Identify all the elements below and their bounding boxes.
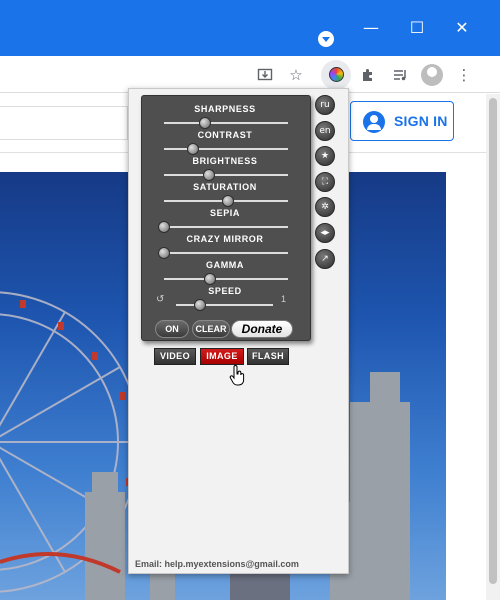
slider-track[interactable]	[164, 174, 288, 176]
slider-track[interactable]	[164, 252, 288, 254]
on-button[interactable]: ON	[155, 320, 189, 338]
support-email: Email: help.myextensions@gmail.com	[135, 559, 299, 569]
fullscreen-button[interactable]: ⛶	[315, 172, 335, 192]
lang-ru-button[interactable]: ru	[315, 95, 335, 115]
settings-button[interactable]: ✲	[315, 197, 335, 217]
color-wheel-extension-icon[interactable]	[329, 67, 344, 82]
slider-label: CRAZY MIRROR	[186, 234, 264, 244]
account-icon	[363, 111, 385, 133]
slider-knob[interactable]	[203, 273, 216, 285]
star-button[interactable]: ★	[315, 146, 335, 166]
mirror-toggle-button[interactable]: ◂▸	[315, 223, 335, 243]
slider-track[interactable]	[164, 122, 288, 124]
slider-track[interactable]	[164, 148, 288, 150]
slider-label: SPEED	[208, 286, 242, 296]
slider-label: CONTRAST	[197, 130, 253, 140]
slider-knob[interactable]	[158, 221, 170, 233]
slider-label: SHARPNESS	[194, 104, 256, 114]
kebab-menu-icon[interactable]: ⋮	[453, 64, 475, 86]
slider-track[interactable]	[176, 304, 273, 306]
close-button[interactable]: ✕	[452, 18, 472, 38]
hand-cursor-icon	[229, 365, 245, 386]
extension-popup: ↺ 1 ON CLEAR Donate SHARPNESS CONTRAST BRI…	[128, 88, 349, 574]
media-queue-icon[interactable]	[389, 64, 411, 86]
maximize-button[interactable]: ☐	[407, 18, 427, 38]
clear-button[interactable]: CLEAR	[192, 320, 230, 338]
slider-knob[interactable]	[202, 169, 215, 181]
profile-avatar-icon[interactable]	[421, 64, 443, 86]
install-app-icon[interactable]	[254, 64, 276, 86]
tab-video[interactable]: VIDEO	[154, 348, 196, 365]
lang-en-button[interactable]: en	[315, 121, 335, 141]
search-input[interactable]	[0, 106, 128, 140]
adjustment-panel: ↺ 1 ON CLEAR Donate SHARPNESS CONTRAST BRI…	[141, 95, 311, 341]
tab-image[interactable]: IMAGE	[200, 348, 244, 365]
slider-knob[interactable]	[198, 117, 211, 129]
slider-knob[interactable]	[158, 247, 170, 259]
scroll-thumb[interactable]	[489, 98, 497, 584]
slider-knob[interactable]	[222, 195, 235, 207]
slider-knob[interactable]	[194, 299, 207, 311]
slider-label: BRIGHTNESS	[192, 156, 258, 166]
page-scrollbar[interactable]	[486, 94, 500, 600]
title-bar: — ☐ ✕	[0, 0, 500, 56]
bookmark-star-icon[interactable]: ☆	[285, 64, 307, 86]
slider-label: GAMMA	[206, 260, 244, 270]
tab-flash[interactable]: FLASH	[247, 348, 289, 365]
slider-label: SEPIA	[209, 208, 240, 218]
external-link-button[interactable]: ↗	[315, 249, 335, 269]
slider-knob[interactable]	[186, 143, 199, 155]
slider-track[interactable]	[164, 278, 288, 280]
extensions-puzzle-icon[interactable]	[357, 64, 379, 86]
sign-in-button[interactable]: SIGN IN	[350, 101, 454, 141]
browser-window: — ☐ ✕ ☆ ⋮ SIGN IN ↺ 1 ON CLEAR Donate SH…	[0, 0, 500, 600]
profile-menu-icon[interactable]	[318, 31, 334, 47]
slider-track[interactable]	[164, 226, 288, 228]
sign-in-label: SIGN IN	[394, 113, 448, 129]
minimize-button[interactable]: —	[361, 18, 381, 38]
donate-button[interactable]: Donate	[231, 320, 293, 338]
slider-label: SATURATION	[193, 182, 257, 192]
